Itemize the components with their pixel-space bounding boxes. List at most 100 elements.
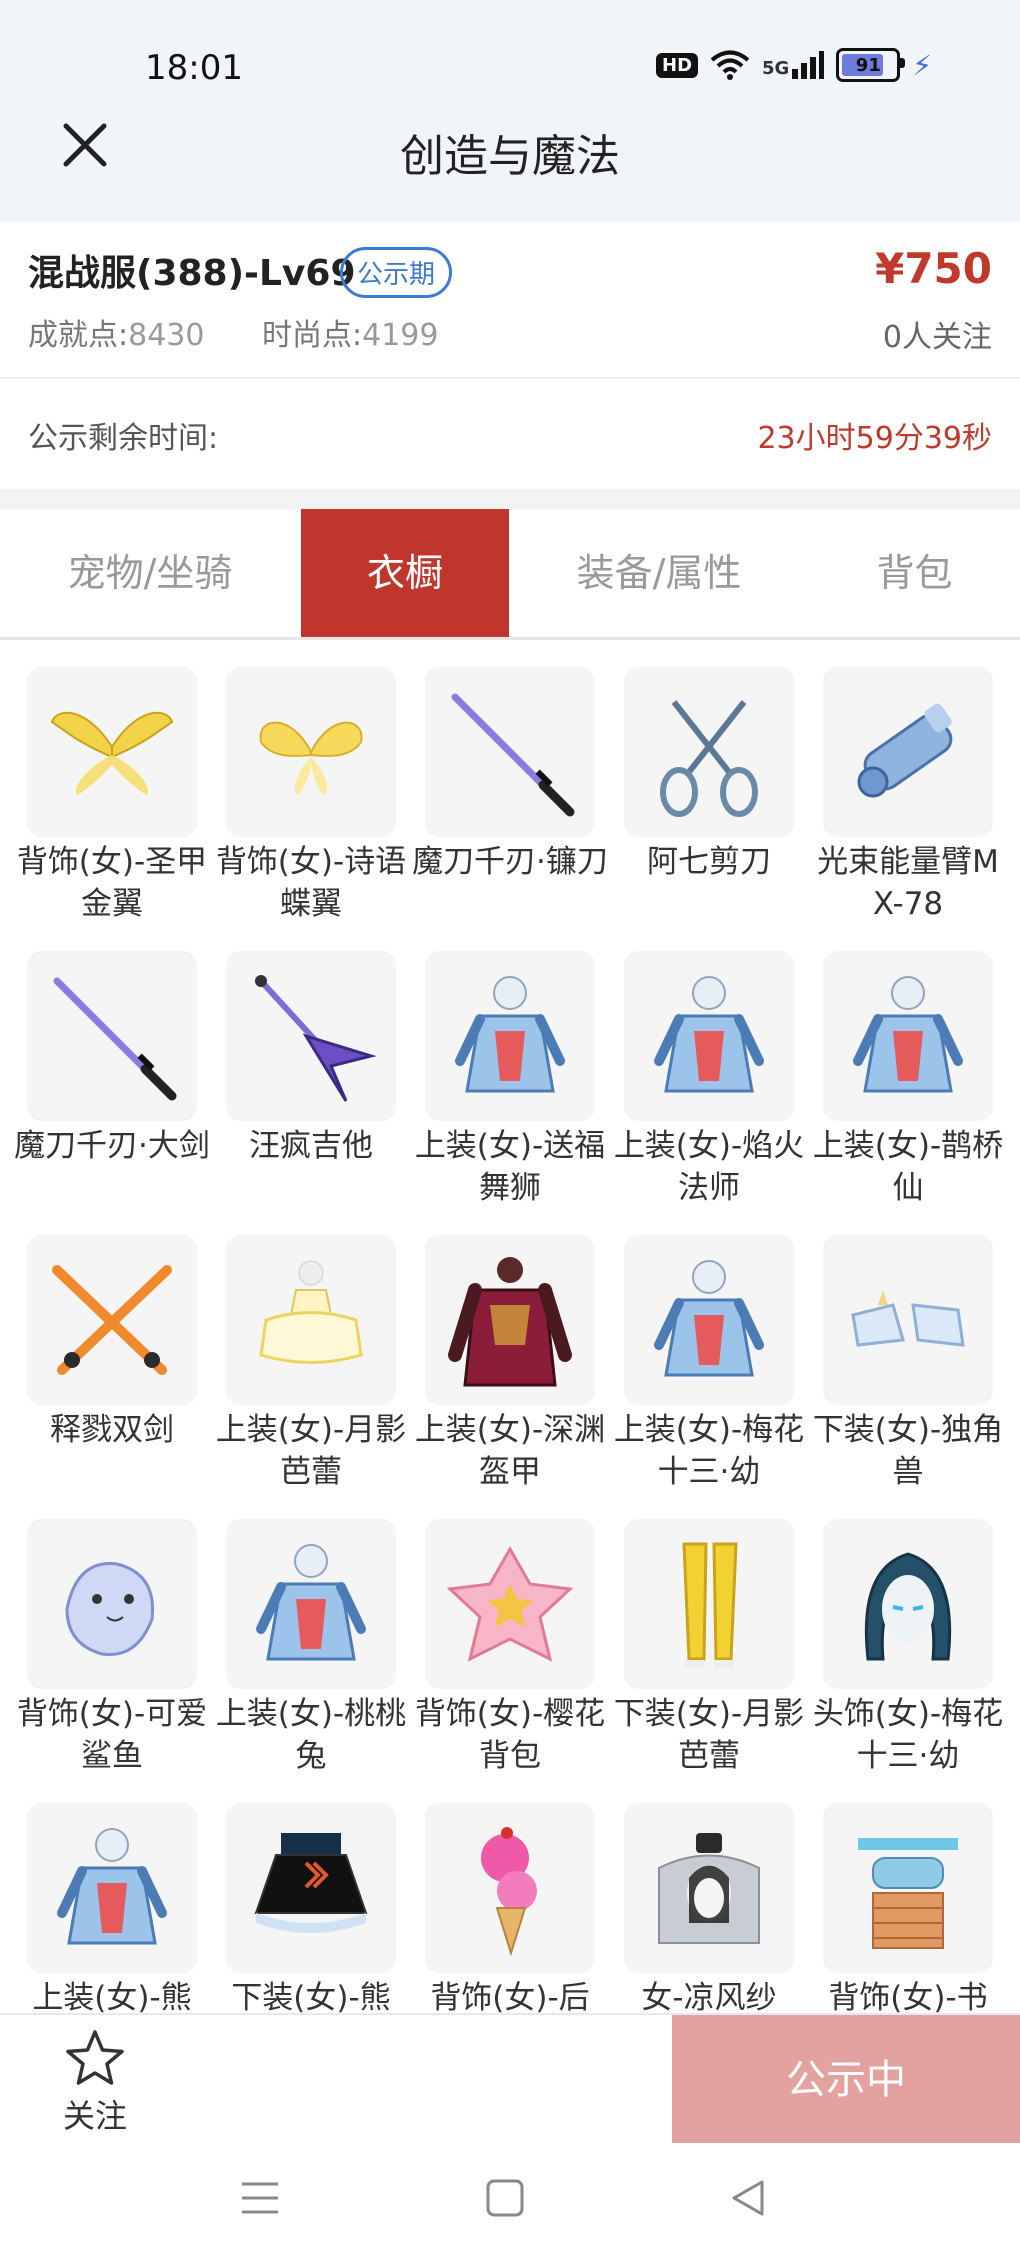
outfit-icon bbox=[256, 1544, 366, 1661]
item-thumbnail bbox=[27, 1235, 197, 1405]
wardrobe-item[interactable]: 阿七剪刀 bbox=[624, 667, 794, 883]
item-thumbnail bbox=[624, 951, 794, 1121]
item-thumbnail bbox=[226, 951, 396, 1121]
wardrobe-item[interactable]: 光束能量臂MX-78 bbox=[817, 667, 999, 925]
item-thumbnail bbox=[425, 1235, 595, 1405]
item-thumbnail bbox=[27, 1803, 197, 1973]
wardrobe-item[interactable]: 女-凉风纱 bbox=[624, 1803, 794, 2013]
butterfly-wings-icon bbox=[259, 721, 363, 795]
tab-wardrobe[interactable]: 衣橱 bbox=[301, 509, 509, 637]
item-label: 下装(女)-月影芭蕾 bbox=[613, 1696, 805, 1774]
item-label: 下装(女)-熊 bbox=[231, 1980, 391, 2013]
achievement-stat: 成就点:8430 bbox=[28, 310, 204, 354]
wardrobe-item[interactable]: 上装(女)-月影芭蕾 bbox=[216, 1235, 406, 1493]
item-thumbnail bbox=[425, 667, 595, 837]
item-thumbnail bbox=[823, 667, 993, 837]
item-label: 背饰(女)-书 bbox=[828, 1980, 988, 2013]
server-name: 混战服(388)-Lv69 bbox=[28, 253, 356, 294]
shark-icon bbox=[65, 1562, 155, 1657]
wardrobe-grid: 背饰(女)-圣甲金翼 背饰(女)-诗语蝶翼 魔刀千刃·镰刀 阿七剪刀 光束能量臂MX-7… bbox=[0, 640, 1020, 2013]
wardrobe-item[interactable]: 下装(女)-月影芭蕾 bbox=[614, 1519, 804, 1777]
item-thumbnail bbox=[27, 1519, 197, 1689]
icecream-icon bbox=[481, 1827, 537, 1957]
home-icon[interactable] bbox=[485, 2178, 525, 2218]
wardrobe-item[interactable]: 下装(女)-独角兽 bbox=[813, 1235, 1003, 1493]
star-icon bbox=[66, 2030, 124, 2085]
shoes-icon bbox=[851, 1290, 965, 1347]
wardrobe-item[interactable]: 上装(女)-深渊盔甲 bbox=[415, 1235, 605, 1493]
item-label: 背饰(女)-后 bbox=[430, 1980, 590, 2013]
item-label: 上装(女)-梅花十三·幼 bbox=[613, 1412, 805, 1490]
tab-pets-mounts[interactable]: 宠物/坐骑 bbox=[0, 509, 300, 637]
pants-icon bbox=[682, 1542, 738, 1668]
follow-label: 关注 bbox=[62, 2097, 127, 2135]
item-label: 背饰(女)-可爱鲨鱼 bbox=[16, 1696, 208, 1774]
fashion-stat: 时尚点:4199 bbox=[262, 310, 438, 354]
item-thumbnail bbox=[624, 1519, 794, 1689]
tab-bar: 宠物/坐骑 衣橱 装备/属性 背包 bbox=[0, 509, 1020, 640]
wardrobe-item[interactable]: 头饰(女)-梅花十三·幼 bbox=[813, 1519, 1003, 1777]
outfit-icon bbox=[57, 1828, 167, 1945]
wardrobe-item[interactable]: 汪疯吉他 bbox=[226, 951, 396, 1167]
item-thumbnail bbox=[624, 1235, 794, 1405]
item-label: 上装(女)-月影芭蕾 bbox=[215, 1412, 407, 1490]
item-label: 下装(女)-独角兽 bbox=[812, 1412, 1004, 1490]
item-thumbnail bbox=[27, 951, 197, 1121]
menu-icon[interactable] bbox=[240, 2178, 280, 2218]
wardrobe-item[interactable]: 背饰(女)-樱花背包 bbox=[415, 1519, 605, 1777]
wardrobe-item[interactable]: 背饰(女)-诗语蝶翼 bbox=[216, 667, 406, 925]
tab-backpack[interactable]: 背包 bbox=[809, 509, 1020, 637]
skirt-icon bbox=[254, 1833, 368, 1933]
wardrobe-item[interactable]: 背饰(女)-圣甲金翼 bbox=[17, 667, 207, 925]
wardrobe-item[interactable]: 魔刀千刃·镰刀 bbox=[412, 667, 608, 883]
item-label: 释戮双剑 bbox=[50, 1412, 174, 1448]
bottom-action-bar: 关注 公示中 bbox=[0, 2013, 1020, 2145]
item-thumbnail bbox=[624, 1803, 794, 1973]
wardrobe-item[interactable]: 上装(女)-熊 bbox=[27, 1803, 197, 2013]
achievement-value: 8430 bbox=[128, 318, 205, 353]
item-label: 上装(女)-送福舞狮 bbox=[414, 1128, 606, 1206]
wardrobe-item[interactable]: 上装(女)-焰火法师 bbox=[614, 951, 804, 1209]
item-label: 女-凉风纱 bbox=[641, 1980, 777, 2013]
wardrobe-item[interactable]: 上装(女)-鹊桥仙 bbox=[813, 951, 1003, 1209]
wardrobe-item[interactable]: 上装(女)-桃桃兔 bbox=[216, 1519, 406, 1777]
signal-icon: 5G bbox=[762, 51, 825, 79]
fashion-label: 时尚点: bbox=[262, 318, 363, 353]
item-thumbnail bbox=[226, 1235, 396, 1405]
outfit-icon bbox=[654, 1260, 764, 1377]
item-thumbnail bbox=[27, 667, 197, 837]
item-label: 魔刀千刃·镰刀 bbox=[412, 844, 608, 880]
charging-icon: ⚡ bbox=[912, 48, 932, 82]
item-label: 上装(女)-深渊盔甲 bbox=[414, 1412, 606, 1490]
outfit-icon bbox=[853, 976, 963, 1093]
item-label: 背饰(女)-樱花背包 bbox=[414, 1696, 606, 1774]
tab-equipment-attributes[interactable]: 装备/属性 bbox=[509, 509, 809, 637]
remaining-time-row: 公示剩余时间: 23小时59分39秒 bbox=[0, 379, 1020, 489]
publicity-status-button[interactable]: 公示中 bbox=[672, 2015, 1020, 2145]
wardrobe-item[interactable]: 背饰(女)-后 bbox=[425, 1803, 595, 2013]
page-title: 创造与魔法 bbox=[400, 131, 620, 182]
item-thumbnail bbox=[823, 1519, 993, 1689]
wardrobe-item[interactable]: 上装(女)-梅花十三·幼 bbox=[614, 1235, 804, 1493]
wardrobe-item[interactable]: 背饰(女)-书 bbox=[823, 1803, 993, 2013]
stall-icon bbox=[858, 1838, 958, 1949]
backpack-icon bbox=[446, 1545, 574, 1662]
fashion-value: 4199 bbox=[362, 318, 439, 353]
item-thumbnail bbox=[425, 1803, 595, 1973]
wardrobe-item[interactable]: 魔刀千刃·大剑 bbox=[14, 951, 210, 1167]
back-icon[interactable] bbox=[728, 2178, 768, 2218]
status-badge: 公示期 bbox=[340, 247, 453, 298]
wifi-icon bbox=[710, 50, 750, 80]
blade-icon bbox=[451, 693, 575, 817]
item-label: 魔刀千刃·大剑 bbox=[14, 1128, 210, 1164]
wardrobe-item[interactable]: 背饰(女)-可爱鲨鱼 bbox=[17, 1519, 207, 1777]
item-label: 汪疯吉他 bbox=[249, 1128, 373, 1164]
follow-button[interactable]: 关注 bbox=[50, 2029, 140, 2137]
scissors-icon bbox=[660, 700, 758, 817]
item-thumbnail bbox=[823, 951, 993, 1121]
battery-level: 91 bbox=[855, 54, 881, 76]
item-thumbnail bbox=[425, 951, 595, 1121]
wardrobe-item[interactable]: 下装(女)-熊 bbox=[226, 1803, 396, 2013]
wardrobe-item[interactable]: 释戮双剑 bbox=[27, 1235, 197, 1451]
wardrobe-item[interactable]: 上装(女)-送福舞狮 bbox=[415, 951, 605, 1209]
